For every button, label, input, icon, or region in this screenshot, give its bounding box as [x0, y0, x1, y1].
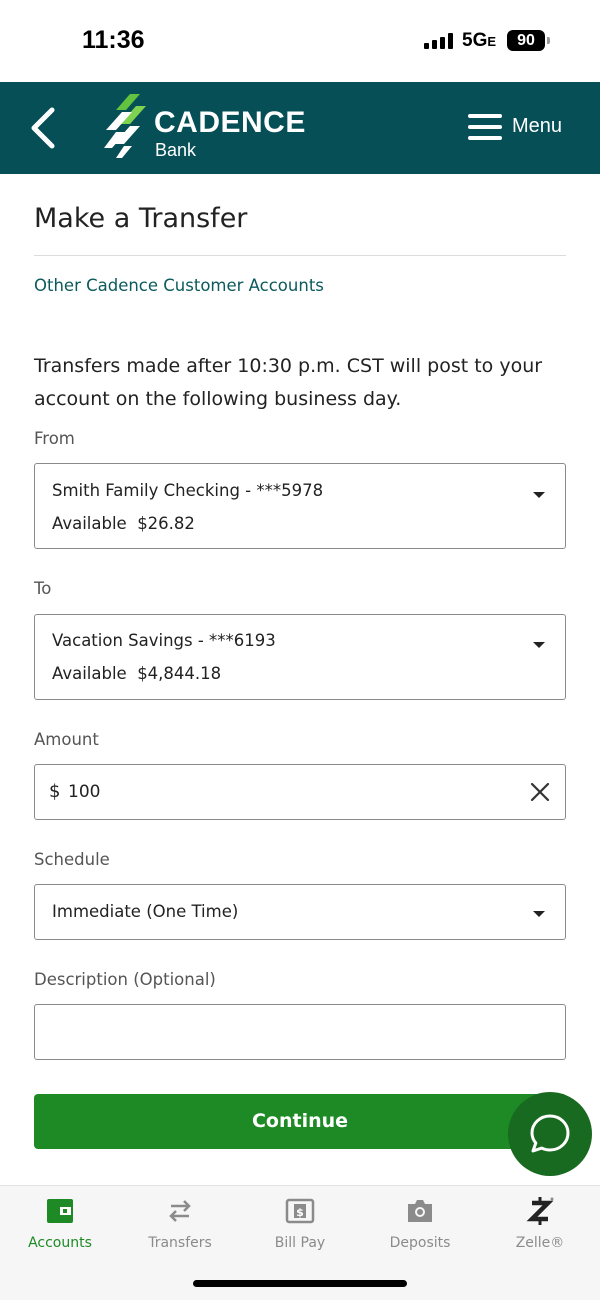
- zelle-icon: [526, 1197, 554, 1225]
- from-available: Available $26.82: [52, 514, 195, 533]
- continue-button[interactable]: Continue: [34, 1094, 566, 1149]
- chevron-down-icon: [533, 642, 545, 648]
- schedule-select[interactable]: Immediate (One Time): [34, 884, 566, 940]
- menu-label: Menu: [512, 115, 563, 137]
- to-label: To: [34, 579, 52, 598]
- close-icon: [530, 782, 550, 802]
- cadence-leaf-logo-icon: [104, 94, 146, 158]
- brand-sub: Bank: [155, 140, 197, 160]
- nav-bill-pay[interactable]: $ Bill Pay: [240, 1186, 360, 1266]
- nav-accounts[interactable]: Accounts: [0, 1186, 120, 1266]
- chevron-down-icon: [533, 911, 545, 917]
- chat-button[interactable]: [508, 1092, 592, 1176]
- description-label: Description (Optional): [34, 970, 216, 989]
- other-accounts-link[interactable]: Other Cadence Customer Accounts: [34, 276, 324, 295]
- title-divider: [34, 255, 566, 256]
- transfer-arrows-icon: [169, 1200, 191, 1222]
- chevron-left-icon: [31, 107, 55, 149]
- nav-deposits[interactable]: Deposits: [360, 1186, 480, 1266]
- back-button[interactable]: [24, 104, 64, 152]
- schedule-value: Immediate (One Time): [52, 902, 239, 921]
- amount-field[interactable]: $: [34, 764, 566, 820]
- from-label: From: [34, 429, 75, 448]
- currency-symbol: $: [49, 781, 61, 802]
- schedule-label: Schedule: [34, 850, 110, 869]
- to-account-name: Vacation Savings - ***6193: [52, 631, 276, 650]
- from-account-select[interactable]: Smith Family Checking - ***5978 Availabl…: [34, 463, 566, 549]
- status-time: 11:36: [82, 26, 145, 54]
- signal-icon: [424, 33, 454, 49]
- amount-label: Amount: [34, 730, 99, 749]
- home-indicator: [193, 1280, 407, 1287]
- amount-input[interactable]: [68, 775, 508, 809]
- wallet-icon: [47, 1199, 73, 1223]
- chevron-down-icon: [533, 492, 545, 498]
- brand-name: CADENCE: [154, 106, 306, 139]
- transfer-notice: Transfers made after 10:30 p.m. CST will…: [34, 355, 543, 410]
- nav-label: Accounts: [28, 1235, 92, 1251]
- to-account-select[interactable]: Vacation Savings - ***6193 Available $4,…: [34, 614, 566, 700]
- svg-text:$: $: [296, 1206, 304, 1219]
- nav-label: Transfers: [148, 1235, 212, 1251]
- battery-tip: [547, 37, 550, 44]
- menu-button[interactable]: Menu: [466, 112, 576, 146]
- cadence-logo: CADENCE Bank: [100, 92, 305, 164]
- nav-label: Zelle®: [515, 1235, 565, 1251]
- chat-bubble-icon: [530, 1114, 570, 1153]
- nav-label: Bill Pay: [274, 1235, 326, 1251]
- nav-transfers[interactable]: Transfers: [120, 1186, 240, 1266]
- hamburger-icon: [468, 114, 502, 140]
- nav-label: Deposits: [389, 1235, 451, 1251]
- description-field[interactable]: [34, 1004, 566, 1060]
- description-input[interactable]: [49, 1015, 549, 1049]
- from-account-name: Smith Family Checking - ***5978: [52, 481, 324, 500]
- app-header: CADENCE Bank Menu: [0, 82, 600, 174]
- battery-icon: 90: [507, 30, 545, 51]
- nav-zelle[interactable]: Zelle®: [480, 1186, 600, 1266]
- bill-icon: $: [285, 1198, 315, 1224]
- camera-icon: [408, 1200, 432, 1222]
- to-available: Available $4,844.18: [52, 664, 222, 683]
- page-title: Make a Transfer: [34, 203, 248, 234]
- status-bar: 11:36 5GE 90: [0, 0, 600, 82]
- network-label: 5GE: [462, 30, 497, 51]
- clear-amount-button[interactable]: [527, 779, 553, 805]
